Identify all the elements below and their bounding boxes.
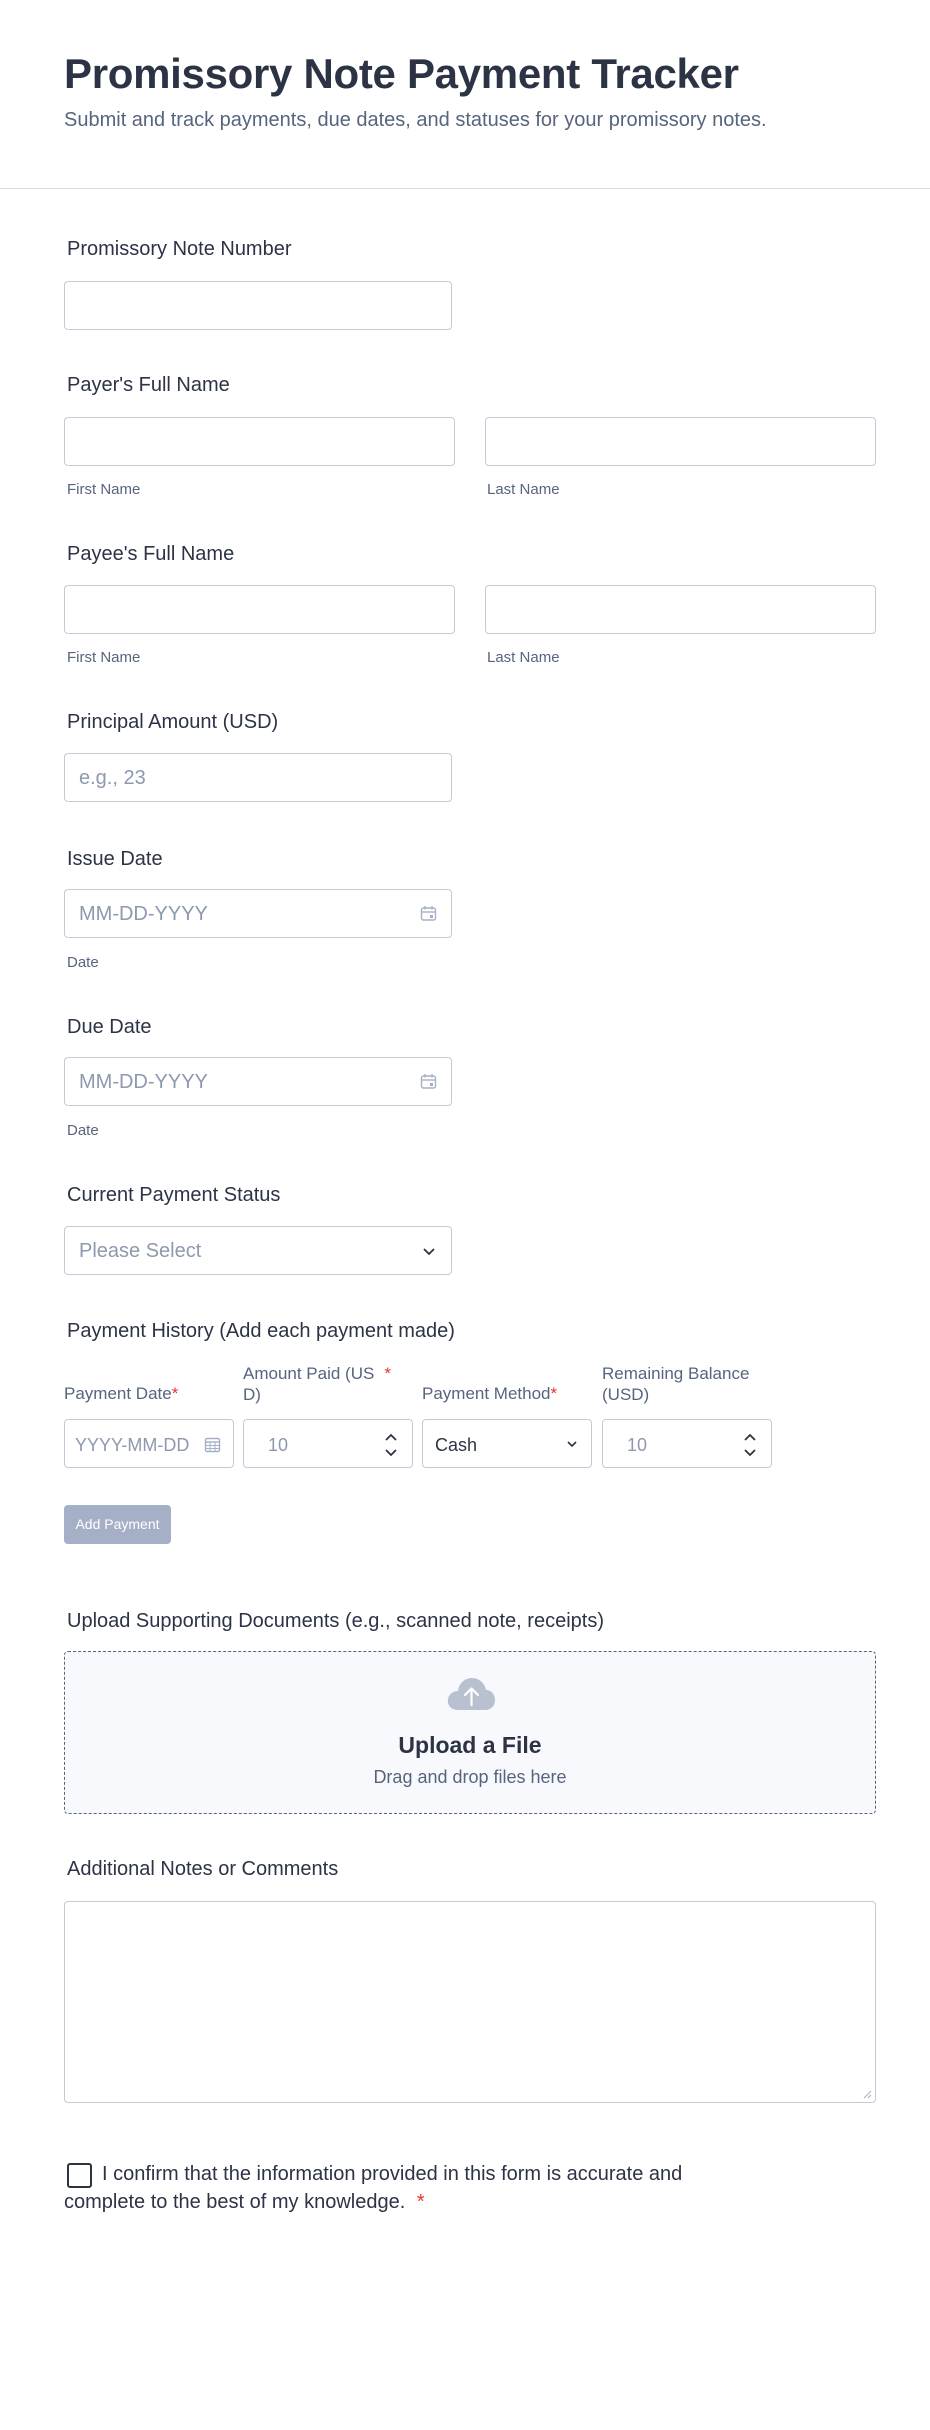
payment-method-select[interactable]: Cash xyxy=(422,1419,592,1468)
payment-status-placeholder: Please Select xyxy=(79,1240,202,1262)
confirm-text: I confirm that the information provided … xyxy=(64,2163,683,2213)
file-upload-dropzone[interactable]: Upload a File Drag and drop files here xyxy=(64,1651,876,1814)
issue-date-placeholder: MM-DD-YYYY xyxy=(79,903,208,925)
payer-last-name-sublabel: Last Name xyxy=(487,481,560,498)
page-subtitle: Submit and track payments, due dates, an… xyxy=(64,109,767,131)
chevron-down-icon xyxy=(567,1441,577,1448)
payer-first-name-input[interactable] xyxy=(64,417,455,466)
payee-first-name-input[interactable] xyxy=(64,585,455,634)
note-number-label: Promissory Note Number xyxy=(67,238,292,260)
cloud-upload-icon xyxy=(447,1678,495,1710)
col-remaining-balance: Remaining Balance (USD) xyxy=(602,1364,750,1404)
due-date-label: Due Date xyxy=(67,1016,152,1038)
notes-label: Additional Notes or Comments xyxy=(67,1858,339,1880)
payer-name-label: Payer's Full Name xyxy=(67,374,230,396)
payment-history-label: Payment History (Add each payment made) xyxy=(67,1320,455,1342)
chevron-down-icon xyxy=(423,1248,435,1256)
add-payment-button[interactable]: Add Payment xyxy=(64,1505,171,1544)
amount-paid-input[interactable]: 10 xyxy=(243,1419,413,1468)
remaining-balance-placeholder: 10 xyxy=(627,1435,648,1455)
number-stepper-icon[interactable] xyxy=(743,1430,757,1460)
upload-subtitle: Drag and drop files here xyxy=(373,1767,567,1787)
due-date-placeholder: MM-DD-YYYY xyxy=(79,1071,208,1093)
number-stepper-icon[interactable] xyxy=(384,1430,398,1460)
remaining-balance-input[interactable]: 10 xyxy=(602,1419,772,1468)
payer-first-name-sublabel: First Name xyxy=(67,481,141,498)
principal-placeholder: e.g., 23 xyxy=(79,767,146,789)
col-payment-date: Payment Date* xyxy=(64,1384,179,1403)
due-date-sublabel: Date xyxy=(67,1122,99,1139)
amount-paid-placeholder: 10 xyxy=(268,1435,289,1455)
payee-last-name-sublabel: Last Name xyxy=(487,649,560,666)
payee-last-name-input[interactable] xyxy=(485,585,876,634)
issue-date-label: Issue Date xyxy=(67,848,163,870)
payment-date-input[interactable]: YYYY-MM-DD xyxy=(64,1419,234,1468)
payment-method-value: Cash xyxy=(435,1435,478,1455)
issue-date-input[interactable]: MM-DD-YYYY xyxy=(64,889,452,938)
form-header: Promissory Note Payment Tracker Submit a… xyxy=(0,0,930,189)
payment-status-label: Current Payment Status xyxy=(67,1184,281,1206)
principal-label: Principal Amount (USD) xyxy=(67,711,279,733)
due-date-input[interactable]: MM-DD-YYYY xyxy=(64,1057,452,1106)
calendar-icon[interactable] xyxy=(420,905,437,922)
upload-label: Upload Supporting Documents (e.g., scann… xyxy=(67,1610,604,1632)
upload-title: Upload a File xyxy=(398,1732,542,1758)
col-amount-paid: Amount Paid (US * D) xyxy=(243,1364,391,1404)
payee-name-label: Payee's Full Name xyxy=(67,543,235,565)
col-payment-method: Payment Method* xyxy=(422,1384,558,1403)
resize-handle-icon[interactable] xyxy=(862,2089,872,2099)
principal-input[interactable]: e.g., 23 xyxy=(64,753,452,802)
notes-textarea[interactable] xyxy=(64,1901,876,2103)
issue-date-sublabel: Date xyxy=(67,954,99,971)
payment-date-placeholder: YYYY-MM-DD xyxy=(75,1435,190,1455)
calendar-icon[interactable] xyxy=(420,1073,437,1090)
payee-first-name-sublabel: First Name xyxy=(67,649,141,666)
payment-status-select[interactable]: Please Select xyxy=(64,1226,452,1275)
note-number-input[interactable] xyxy=(64,281,452,330)
calendar-icon[interactable] xyxy=(204,1436,221,1453)
payer-last-name-input[interactable] xyxy=(485,417,876,466)
page-title: Promissory Note Payment Tracker xyxy=(64,50,739,97)
